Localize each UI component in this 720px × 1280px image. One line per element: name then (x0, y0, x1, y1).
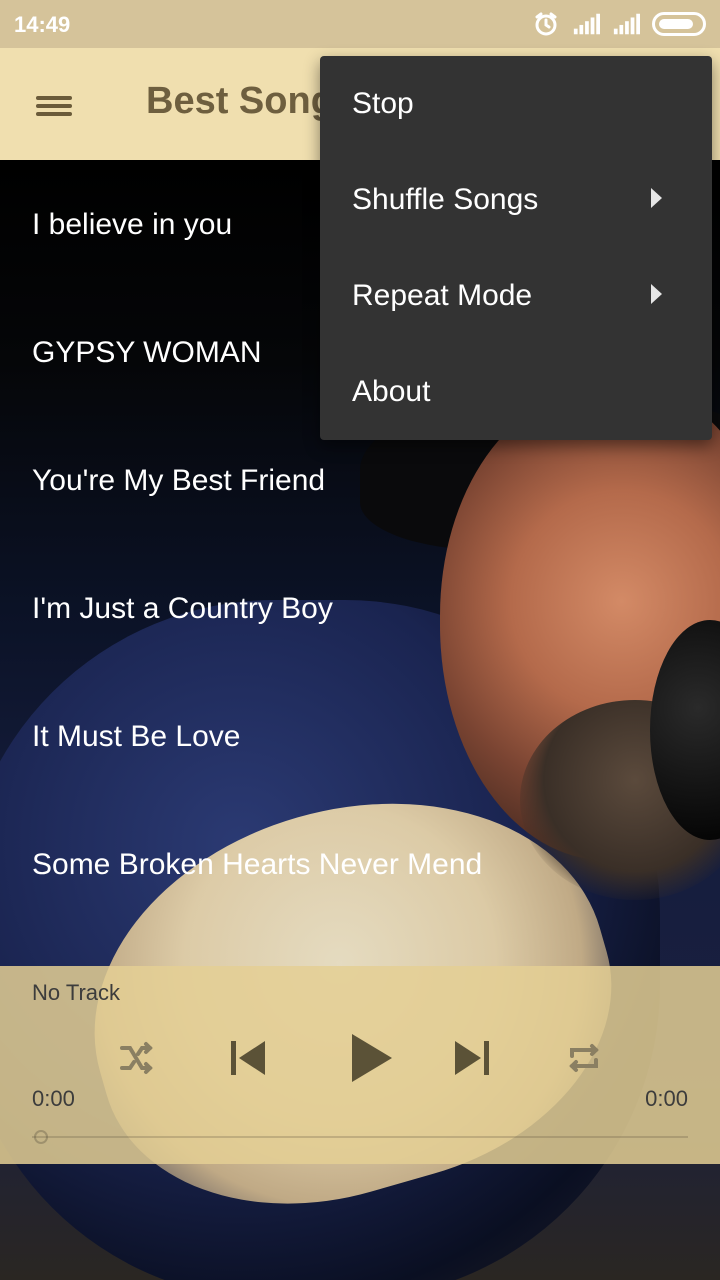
play-button[interactable] (334, 1022, 406, 1094)
shuffle-icon (120, 1042, 153, 1074)
menu-item-label: Repeat Mode (352, 279, 533, 312)
signal-icon (572, 10, 600, 38)
status-bar: 14:49 (0, 0, 720, 48)
previous-button[interactable] (218, 1028, 278, 1088)
signal-icon (612, 10, 640, 38)
list-item[interactable]: I'm Just a Country Boy (32, 592, 333, 626)
submenu-arrow-icon (651, 284, 662, 304)
menu-item-repeat-mode[interactable]: Repeat Mode (320, 248, 712, 344)
battery-icon (652, 12, 706, 36)
alarm-icon (532, 10, 560, 38)
status-time: 14:49 (14, 12, 71, 37)
menu-item-stop[interactable]: Stop (320, 56, 712, 152)
menu-item-shuffle-songs[interactable]: Shuffle Songs (320, 152, 712, 248)
overflow-menu: Stop Shuffle Songs Repeat Mode About (320, 56, 712, 440)
menu-item-label: About (352, 375, 431, 408)
menu-item-label: Stop (352, 87, 414, 120)
seek-thumb[interactable] (34, 1130, 48, 1144)
now-playing-title: No Track (32, 980, 121, 1005)
player-panel: No Track 0:00 0:00 (0, 966, 720, 1164)
play-icon (352, 1034, 392, 1082)
menu-item-label: Shuffle Songs (352, 183, 539, 216)
next-icon (455, 1041, 489, 1075)
seek-bar[interactable] (32, 1136, 688, 1138)
menu-icon[interactable] (30, 86, 78, 126)
menu-item-about[interactable]: About (320, 344, 712, 440)
total-duration: 0:00 (645, 1086, 688, 1111)
list-item[interactable]: GYPSY WOMAN (32, 336, 261, 370)
repeat-icon (569, 1044, 599, 1072)
list-item[interactable]: Some Broken Hearts Never Mend (32, 848, 482, 882)
list-item[interactable]: I believe in you (32, 208, 232, 242)
previous-icon (231, 1041, 265, 1075)
status-icons (532, 10, 706, 38)
repeat-button[interactable] (554, 1028, 614, 1088)
list-item[interactable]: It Must Be Love (32, 720, 240, 754)
next-button[interactable] (442, 1028, 502, 1088)
shuffle-button[interactable] (106, 1028, 166, 1088)
submenu-arrow-icon (651, 188, 662, 208)
list-item[interactable]: You're My Best Friend (32, 464, 325, 498)
elapsed-time: 0:00 (32, 1086, 75, 1111)
page-title: Best Songs (146, 80, 326, 122)
